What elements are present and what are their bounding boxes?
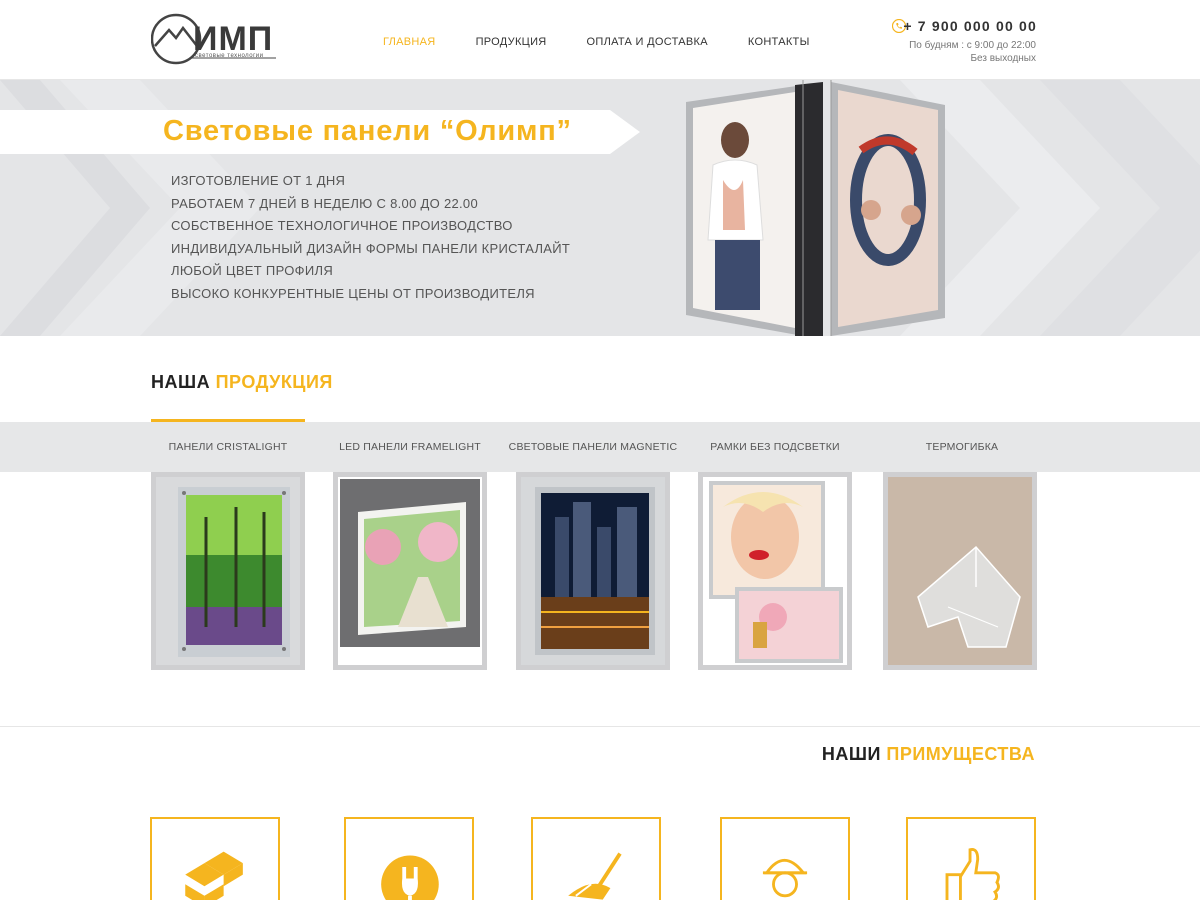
product-card-thermobending[interactable] xyxy=(883,472,1037,670)
framelight-panel-image xyxy=(338,477,482,665)
hero-feature-list: Изготовление от 1 дня Работаем 7 дней в … xyxy=(171,170,570,306)
stack-icon xyxy=(185,851,243,900)
hero-light-panels-image xyxy=(686,80,945,336)
working-hours: По будням : с 9:00 до 22:00 Без выходных xyxy=(909,39,1036,65)
advantage-card xyxy=(150,817,280,900)
feature-item: Любой цвет профиля xyxy=(171,263,334,279)
main-nav: Главная Продукция Оплата и доставка Конт… xyxy=(383,36,850,48)
nav-payment-delivery[interactable]: Оплата и доставка xyxy=(587,36,708,48)
product-card-frames[interactable] xyxy=(698,472,852,670)
broom-icon xyxy=(568,852,622,900)
advantages-section-title: Наши примущества xyxy=(822,744,1035,765)
feature-item: Индивидуальный дизайн формы панели Крист… xyxy=(171,240,571,256)
feature-item: Работаем 7 дней в неделю с 8.00 до 22.00 xyxy=(171,195,478,211)
nav-contacts[interactable]: Контакты xyxy=(748,36,810,48)
advantage-card xyxy=(720,817,850,900)
hero-title: Световые панели “Олимп” xyxy=(163,115,572,147)
phone-number[interactable]: + 7 900 000 00 00 xyxy=(903,18,1037,34)
advantages-title-part1: Наши xyxy=(821,744,881,764)
hours-no-days-off: Без выходных xyxy=(970,53,1036,64)
advantage-card xyxy=(344,817,474,900)
feature-item: Собственное технологичное производство xyxy=(171,218,513,234)
frames-image xyxy=(703,477,847,665)
tab-cristalight[interactable]: Панели Cristalight xyxy=(151,441,305,453)
site-header: ИМП световые технологии Главная Продукци… xyxy=(0,0,1200,80)
thumbs-up-icon xyxy=(945,848,1000,900)
tab-magnetic[interactable]: Световые панели Magnetic xyxy=(506,441,680,453)
advantages-title-part2: примущества xyxy=(886,744,1035,764)
thermobending-image xyxy=(888,477,1032,665)
product-card-cristalight[interactable] xyxy=(151,472,305,670)
nav-products[interactable]: Продукция xyxy=(476,36,547,48)
feature-item: Изготовление от 1 дня xyxy=(171,173,346,188)
cristalight-panel-image xyxy=(156,477,300,665)
hero-banner: Световые панели “Олимп” Изготовление от … xyxy=(0,80,1200,336)
worker-icon xyxy=(762,858,808,898)
tab-thermobending[interactable]: Термогибка xyxy=(885,441,1039,453)
advantage-card xyxy=(906,817,1036,900)
product-card-framelight[interactable] xyxy=(333,472,487,670)
hours-weekdays: По будням : с 9:00 до 22:00 xyxy=(909,40,1036,51)
feature-item: Высоко конкурентные цены от производител… xyxy=(171,285,535,301)
tab-frames[interactable]: Рамки без подсветки xyxy=(698,441,852,453)
section-divider xyxy=(0,726,1200,727)
product-card-magnetic[interactable] xyxy=(516,472,670,670)
logo[interactable]: ИМП световые технологии xyxy=(151,12,279,66)
magnetic-panel-image xyxy=(521,477,665,665)
advantage-card xyxy=(531,817,661,900)
plug-icon xyxy=(381,855,439,900)
nav-home[interactable]: Главная xyxy=(383,36,436,48)
products-title-part1: Наша xyxy=(151,372,211,392)
products-section-title: Наша продукция xyxy=(151,372,333,393)
tab-framelight[interactable]: LED панели Framelight xyxy=(333,441,487,453)
logo-subtitle: световые технологии xyxy=(195,53,264,59)
products-title-part2: продукция xyxy=(215,372,333,392)
